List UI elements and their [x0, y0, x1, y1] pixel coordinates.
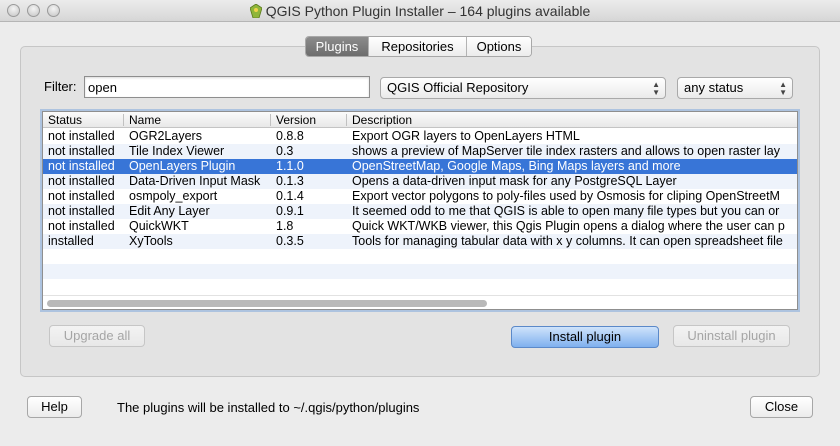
empty-row [43, 279, 797, 294]
cell-name: XyTools [129, 234, 173, 248]
cell-status: not installed [48, 129, 115, 143]
tab-plugins[interactable]: Plugins [306, 37, 368, 56]
select-arrows-icon: ▲ ▼ [779, 80, 787, 97]
window-title-group: QGIS Python Plugin Installer – 164 plugi… [0, 3, 840, 19]
column-header-name[interactable]: Name [129, 113, 161, 127]
upgrade-all-button[interactable]: Upgrade all [49, 325, 145, 347]
cell-version: 0.3 [276, 144, 294, 158]
table-row[interactable]: not installed Data-Driven Input Mask 0.1… [43, 174, 797, 189]
cell-name: Edit Any Layer [129, 204, 210, 218]
tab-options[interactable]: Options [466, 37, 531, 56]
scrollbar-thumb[interactable] [47, 300, 487, 307]
column-divider[interactable] [270, 114, 271, 126]
cell-status: not installed [48, 174, 115, 188]
install-path-status: The plugins will be installed to ~/.qgis… [117, 400, 420, 415]
cell-description: Opens a data-driven input mask for any P… [352, 174, 677, 188]
cell-name: Data-Driven Input Mask [129, 174, 261, 188]
cell-version: 0.8.8 [276, 129, 304, 143]
column-header-version[interactable]: Version [276, 113, 316, 127]
tab-bar: Plugins Repositories Options [305, 36, 532, 57]
cell-status: not installed [48, 144, 115, 158]
cell-version: 0.1.3 [276, 174, 304, 188]
tab-repositories[interactable]: Repositories [368, 37, 466, 56]
cell-description: OpenStreetMap, Google Maps, Bing Maps la… [352, 159, 681, 173]
repository-select-value: QGIS Official Repository [387, 80, 529, 95]
cell-status: installed [48, 234, 94, 248]
column-divider[interactable] [123, 114, 124, 126]
repository-select[interactable]: QGIS Official Repository ▲ ▼ [380, 77, 666, 99]
cell-description: Tools for managing tabular data with x y… [352, 234, 783, 248]
cell-version: 1.1.0 [276, 159, 304, 173]
close-button[interactable]: Close [750, 396, 813, 418]
cell-name: OpenLayers Plugin [129, 159, 236, 173]
title-bar: QGIS Python Plugin Installer – 164 plugi… [0, 0, 840, 22]
column-divider[interactable] [346, 114, 347, 126]
install-plugin-button[interactable]: Install plugin [511, 326, 659, 348]
table-row[interactable]: not installed osmpoly_export 0.1.4 Expor… [43, 189, 797, 204]
cell-status: not installed [48, 159, 115, 173]
table-row[interactable]: installed XyTools 0.3.5 Tools for managi… [43, 234, 797, 249]
cell-name: OGR2Layers [129, 129, 202, 143]
status-select-value: any status [684, 80, 744, 95]
empty-row [43, 249, 797, 264]
cell-description: Export vector polygons to poly-files use… [352, 189, 780, 203]
table-row[interactable]: not installed QuickWKT 1.8 Quick WKT/WKB… [43, 219, 797, 234]
column-header-description[interactable]: Description [352, 113, 412, 127]
cell-name: Tile Index Viewer [129, 144, 225, 158]
cell-description: Quick WKT/WKB viewer, this Qgis Plugin o… [352, 219, 785, 233]
cell-version: 1.8 [276, 219, 294, 233]
cell-description: shows a preview of MapServer tile index … [352, 144, 780, 158]
qgis-logo-icon [249, 4, 262, 18]
table-row[interactable]: not installed OGR2Layers 0.8.8 Export OG… [43, 129, 797, 144]
table-row[interactable]: not installed Tile Index Viewer 0.3 show… [43, 144, 797, 159]
cell-name: QuickWKT [129, 219, 189, 233]
table-header: Status Name Version Description [43, 112, 797, 128]
filter-input[interactable] [84, 76, 370, 98]
cell-description: It seemed odd to me that QGIS is able to… [352, 204, 780, 218]
window-title: QGIS Python Plugin Installer – 164 plugi… [265, 3, 591, 19]
column-header-status[interactable]: Status [48, 113, 82, 127]
select-arrows-icon: ▲ ▼ [652, 80, 660, 97]
cell-version: 0.1.4 [276, 189, 304, 203]
cell-version: 0.9.1 [276, 204, 304, 218]
horizontal-scrollbar[interactable] [43, 295, 797, 309]
cell-description: Export OGR layers to OpenLayers HTML [352, 129, 580, 143]
help-button[interactable]: Help [27, 396, 82, 418]
table-body: not installed OGR2Layers 0.8.8 Export OG… [43, 129, 797, 294]
filter-label: Filter: [44, 79, 77, 94]
table-row-selected[interactable]: not installed OpenLayers Plugin 1.1.0 Op… [43, 159, 797, 174]
cell-version: 0.3.5 [276, 234, 304, 248]
uninstall-plugin-button[interactable]: Uninstall plugin [673, 325, 790, 347]
empty-row [43, 264, 797, 279]
cell-name: osmpoly_export [129, 189, 218, 203]
plugin-table[interactable]: Status Name Version Description not inst… [42, 111, 798, 310]
cell-status: not installed [48, 219, 115, 233]
status-select[interactable]: any status ▲ ▼ [677, 77, 793, 99]
cell-status: not installed [48, 204, 115, 218]
cell-status: not installed [48, 189, 115, 203]
table-row[interactable]: not installed Edit Any Layer 0.9.1 It se… [43, 204, 797, 219]
